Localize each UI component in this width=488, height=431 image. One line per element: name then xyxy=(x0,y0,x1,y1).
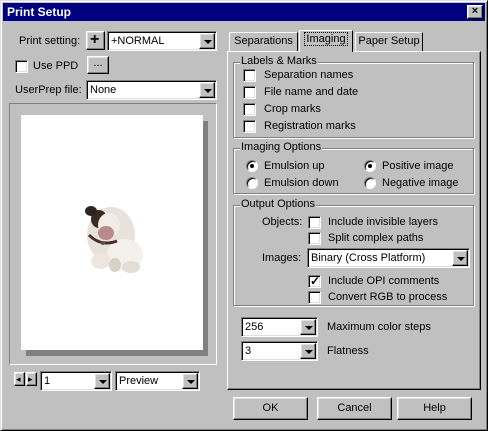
objects-label: Objects: xyxy=(262,216,303,228)
max-color-steps-value: 256 xyxy=(245,321,264,333)
chevron-down-icon[interactable] xyxy=(199,82,215,98)
flatness-value: 3 xyxy=(245,345,252,357)
file-name-date-checkbox[interactable] xyxy=(243,86,256,99)
page-number-dropdown[interactable]: 1 xyxy=(40,371,112,391)
help-button[interactable]: Help xyxy=(397,397,472,420)
tab-separations[interactable]: Separations xyxy=(229,32,298,51)
convert-rgb-label: Convert RGB to process xyxy=(328,291,448,303)
emulsion-up-label: Emulsion up xyxy=(264,160,325,172)
userprep-dropdown[interactable]: None xyxy=(86,80,217,100)
separation-names-label: Separation names xyxy=(264,69,354,81)
imaging-options-title: Imaging Options xyxy=(240,141,323,153)
flatness-dropdown[interactable]: 3 xyxy=(241,341,318,361)
prev-page-button[interactable]: ◂ xyxy=(14,372,25,386)
tab-paper-setup[interactable]: Paper Setup xyxy=(355,32,423,51)
page-number-value: 1 xyxy=(44,375,51,387)
tab-imaging[interactable]: Imaging xyxy=(299,30,353,52)
labels-marks-title: Labels & Marks xyxy=(240,55,318,67)
use-ppd-label: Use PPD xyxy=(33,60,79,72)
prev-page-icon: ◂ xyxy=(16,374,21,384)
images-label: Images: xyxy=(262,252,302,264)
split-complex-paths-label: Split complex paths xyxy=(328,232,424,244)
negative-image-radio[interactable] xyxy=(364,177,376,189)
images-format-value: Binary (Cross Platform) xyxy=(311,252,426,264)
crop-marks-label: Crop marks xyxy=(264,103,321,115)
positive-image-label: Positive image xyxy=(382,160,454,172)
chevron-down-icon[interactable] xyxy=(199,33,215,49)
emulsion-down-radio[interactable] xyxy=(246,177,258,189)
include-invisible-layers-label: Include invisible layers xyxy=(328,216,439,228)
registration-marks-checkbox[interactable] xyxy=(243,120,256,133)
window-title: Print Setup xyxy=(7,5,72,19)
separation-names-checkbox[interactable] xyxy=(243,69,256,82)
print-setting-label: Print setting: xyxy=(19,35,81,47)
use-ppd-checkbox[interactable] xyxy=(15,60,28,73)
next-page-icon: ▸ xyxy=(28,374,33,384)
include-opi-label: Include OPI comments xyxy=(328,275,440,287)
max-color-steps-dropdown[interactable]: 256 xyxy=(241,317,318,337)
split-complex-paths-checkbox[interactable] xyxy=(308,232,321,245)
userprep-label: UserPrep file: xyxy=(15,84,82,96)
close-button[interactable]: × xyxy=(467,5,483,19)
view-mode-value: Preview xyxy=(119,375,159,387)
include-invisible-layers-checkbox[interactable] xyxy=(308,216,321,229)
ppd-browse-button[interactable]: ... xyxy=(87,56,109,74)
title-bar: Print Setup × xyxy=(3,3,485,21)
chevron-down-icon[interactable] xyxy=(182,373,198,389)
convert-rgb-checkbox[interactable] xyxy=(308,291,321,304)
emulsion-down-label: Emulsion down xyxy=(264,177,339,189)
images-format-dropdown[interactable]: Binary (Cross Platform) xyxy=(307,248,470,268)
output-options-title: Output Options xyxy=(240,198,316,210)
print-setting-dropdown[interactable]: +NORMAL xyxy=(107,31,217,51)
file-name-date-label: File name and date xyxy=(264,86,359,98)
userprep-value: None xyxy=(90,84,117,96)
checkmark-icon: ✓ xyxy=(310,274,321,288)
ok-button[interactable]: OK xyxy=(233,397,308,420)
preview-page xyxy=(21,115,203,350)
registration-marks-label: Registration marks xyxy=(264,120,356,132)
chevron-down-icon[interactable] xyxy=(94,373,110,389)
crop-marks-checkbox[interactable] xyxy=(243,103,256,116)
print-setting-value: +NORMAL xyxy=(111,35,165,47)
view-mode-dropdown[interactable]: Preview xyxy=(115,371,200,391)
cancel-button[interactable]: Cancel xyxy=(317,397,392,420)
flatness-label: Flatness xyxy=(327,345,369,357)
add-print-setting-button[interactable]: + xyxy=(86,31,105,50)
next-page-button[interactable]: ▸ xyxy=(26,372,37,386)
emulsion-up-radio[interactable] xyxy=(246,160,258,172)
chevron-down-icon[interactable] xyxy=(300,319,316,335)
positive-image-radio[interactable] xyxy=(364,160,376,172)
chevron-down-icon[interactable] xyxy=(300,343,316,359)
bulldog-image xyxy=(85,206,143,273)
negative-image-label: Negative image xyxy=(382,177,459,189)
plus-icon: + xyxy=(90,31,100,48)
max-color-steps-label: Maximum color steps xyxy=(327,321,431,333)
chevron-down-icon[interactable] xyxy=(452,250,468,266)
close-icon: × xyxy=(471,5,479,17)
include-opi-checkbox[interactable]: ✓ xyxy=(308,274,321,288)
